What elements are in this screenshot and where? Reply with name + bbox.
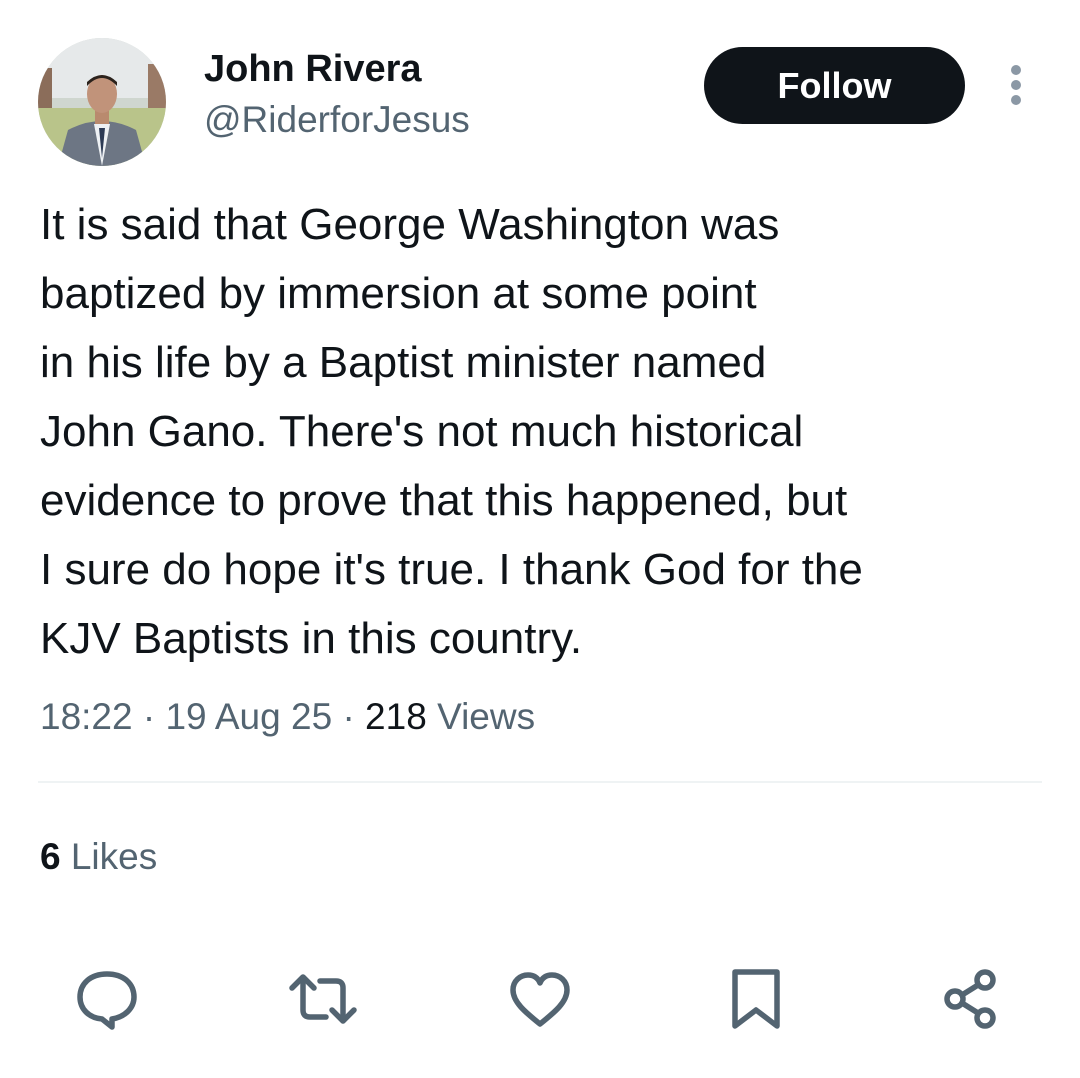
likes-count: 6 bbox=[40, 836, 61, 877]
avatar[interactable] bbox=[38, 38, 166, 166]
tweet-time[interactable]: 18:22 bbox=[40, 696, 133, 737]
likes-stat[interactable]: 6 Likes bbox=[40, 832, 157, 882]
tweet-text: It is said that George Washington was ba… bbox=[40, 190, 1050, 673]
views-label: Views bbox=[437, 696, 536, 737]
likes-label: Likes bbox=[70, 836, 158, 877]
user-handle[interactable]: @RiderforJesus bbox=[204, 96, 470, 144]
display-name[interactable]: John Rivera bbox=[204, 45, 422, 93]
share-icon[interactable] bbox=[937, 966, 1007, 1032]
reply-icon[interactable] bbox=[72, 966, 142, 1032]
heart-icon[interactable] bbox=[505, 966, 575, 1032]
tweet-text-line: KJV Baptists in this country. bbox=[40, 614, 583, 663]
tweet-meta: 18:22 · 19 Aug 25 · 218 Views bbox=[40, 692, 535, 742]
more-vertical-icon[interactable] bbox=[1001, 62, 1031, 108]
bookmark-icon[interactable] bbox=[721, 966, 791, 1032]
tweet-text-line: It is said that George Washington was bbox=[40, 200, 780, 249]
tweet-text-line: in his life by a Baptist minister named bbox=[40, 338, 767, 387]
tweet-text-line: I sure do hope it's true. I thank God fo… bbox=[40, 545, 863, 594]
tweet-text-line: John Gano. There's not much historical bbox=[40, 407, 804, 456]
repost-icon[interactable] bbox=[288, 966, 358, 1032]
tweet-text-line: baptized by immersion at some point bbox=[40, 269, 757, 318]
divider bbox=[38, 781, 1042, 783]
follow-button[interactable]: Follow bbox=[704, 47, 965, 124]
tweet-date[interactable]: 19 Aug 25 bbox=[165, 696, 332, 737]
views-count: 218 bbox=[365, 696, 427, 737]
tweet-text-line: evidence to prove that this happened, bu… bbox=[40, 476, 848, 525]
profile-photo-icon bbox=[38, 38, 166, 166]
meta-separator: · bbox=[142, 696, 156, 737]
meta-separator: · bbox=[342, 696, 355, 737]
